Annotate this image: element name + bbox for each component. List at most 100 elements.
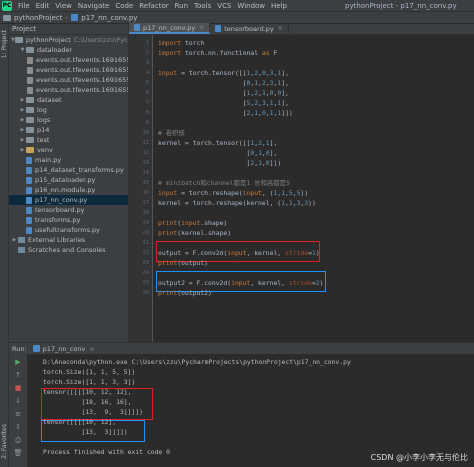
python-file-icon (26, 206, 32, 214)
editor-tab[interactable]: p17_nn_conv.py × (129, 23, 211, 34)
tree-item-label: External Libraries (28, 236, 86, 244)
trash-icon[interactable]: 🗑 (12, 448, 24, 458)
menu-item-help[interactable]: Help (268, 2, 290, 10)
tree-item[interactable]: Scratches and Consoles (9, 245, 128, 255)
python-file-icon (26, 186, 32, 194)
tree-item[interactable]: ▶ logs (9, 115, 128, 125)
tree-item-label: p15_dataloader.py (35, 176, 96, 184)
tree-item[interactable]: events.out.tfevents.1691655 (9, 85, 128, 95)
code-line: [0,1,2,3,1], (158, 79, 289, 87)
editor-tab[interactable]: tensorboard.py × (210, 23, 289, 34)
python-file-icon (26, 196, 32, 204)
tree-item[interactable]: events.out.tfevents.1691655 (9, 75, 128, 85)
chevron-down-icon[interactable]: ▼ (19, 47, 26, 53)
tree-item[interactable]: p14_dataset_transforms.py (9, 165, 128, 175)
tree-item[interactable]: p15_dataloader.py (9, 175, 128, 185)
download-icon[interactable]: ⇩ (12, 422, 24, 432)
close-icon[interactable]: × (278, 25, 283, 32)
line-number: 9 (145, 120, 149, 126)
favorites-tool-button[interactable]: 2: Favorites (1, 424, 8, 459)
tree-item[interactable]: tensorboard.py (9, 205, 128, 215)
tree-item[interactable]: events.out.tfevents.1691655 (9, 65, 128, 75)
tree-item-label: p16_nn.module.py (35, 186, 96, 194)
tree-item[interactable]: ▶ venv (9, 145, 128, 155)
code-line: input = torch.reshape(input, (1,1,5,5)) (158, 189, 309, 197)
project-tool-button[interactable]: 1: Project (1, 30, 8, 58)
code-line: output = F.conv2d(input, kernel, stride=… (158, 249, 320, 257)
chevron-right-icon[interactable]: ▶ (19, 97, 26, 103)
python-file-icon (26, 176, 32, 184)
tree-item-label: events.out.tfevents.1691655 (36, 66, 129, 74)
editor-tab-label: tensorboard.py (224, 24, 274, 33)
console-line: tensor([[[[10, 12, 12], (43, 388, 132, 396)
venv-folder-icon (26, 147, 34, 153)
tree-item[interactable]: usefultransforms.py (9, 225, 128, 235)
chevron-right-icon[interactable]: ▶ (19, 107, 26, 113)
tree-item[interactable]: events.out.tfevents.1691655 (9, 55, 128, 65)
menu-item-refactor[interactable]: Refactor (136, 2, 171, 10)
stop-icon[interactable]: ■ (12, 383, 24, 393)
folder-icon (26, 117, 34, 123)
wrap-icon[interactable]: ≡ (12, 409, 24, 419)
tree-item[interactable]: ▶ log (9, 105, 128, 115)
tree-item[interactable]: ▶ External Libraries (9, 235, 128, 245)
scroll-down-icon[interactable]: ↓ (12, 396, 24, 406)
menu-item-window[interactable]: Window (234, 2, 268, 10)
project-panel-title[interactable]: Project (12, 25, 36, 33)
line-number: 24 (142, 270, 149, 276)
code-line: print(output2) (158, 289, 212, 297)
tree-item[interactable]: ▶ test (9, 135, 128, 145)
menu-item-edit[interactable]: Edit (33, 2, 53, 10)
menu-item-vcs[interactable]: VCS (214, 2, 234, 10)
menu-item-navigate[interactable]: Navigate (75, 2, 112, 10)
line-number: 15 (142, 180, 149, 186)
line-number: 1 (145, 40, 149, 46)
python-file-icon (71, 14, 79, 21)
menu-item-run[interactable]: Run (172, 2, 191, 10)
rerun-icon[interactable]: ▶ (12, 357, 24, 367)
line-number: 2 (145, 50, 149, 56)
code-line: input = torch.tensor([[1,2,0,3,1], (158, 69, 289, 77)
tree-item[interactable]: ▶ p14 (9, 125, 128, 135)
print-icon[interactable]: ⎙ (12, 435, 24, 445)
tree-item[interactable]: ▼pythonProjectC:\Users\zzu\Pychar (9, 35, 128, 45)
tree-item[interactable]: p17_nn_conv.py (9, 195, 128, 205)
folder-icon (26, 107, 34, 113)
tree-item[interactable]: p16_nn.module.py (9, 185, 128, 195)
tree-item-label: p14 (37, 126, 50, 134)
menu-item-view[interactable]: View (52, 2, 75, 10)
scroll-up-icon[interactable]: ↑ (12, 370, 24, 380)
chevron-right-icon[interactable]: ▶ (11, 237, 18, 243)
menu-item-tools[interactable]: Tools (191, 2, 214, 10)
code-line: kernel = torch.reshape(kernel, (1,1,3,3)… (158, 199, 316, 207)
chevron-right-icon[interactable]: ▶ (19, 117, 26, 123)
tree-item[interactable]: main.py (9, 155, 128, 165)
breadcrumb-project[interactable]: pythonProject (11, 14, 65, 22)
run-config-tab[interactable]: p17_nn_conv × (32, 345, 95, 353)
line-number: 11 (142, 140, 149, 146)
code-area[interactable]: import torch import torch.nn.functional a… (154, 35, 474, 342)
breadcrumb-file[interactable]: p17_nn_conv.py (78, 14, 140, 22)
chevron-right-icon[interactable]: ▶ (19, 147, 26, 153)
line-number: 5 (145, 80, 149, 86)
tree-item-label: events.out.tfevents.1691655 (36, 56, 129, 64)
project-panel-header: Project (9, 24, 128, 35)
line-number: 21 (142, 240, 149, 246)
window-title: pythonProject - p17_nn_conv.py (345, 1, 457, 10)
menu-item-file[interactable]: File (15, 2, 33, 10)
tree-item[interactable]: ▶ dataset (9, 95, 128, 105)
chevron-right-icon[interactable]: ▶ (19, 127, 26, 133)
project-panel: Project ▼pythonProjectC:\Users\zzu\Pycha… (9, 24, 129, 342)
menu-item-code[interactable]: Code (112, 2, 136, 10)
close-icon[interactable]: × (89, 345, 94, 353)
tree-item[interactable]: ▼ dataloader (9, 45, 128, 55)
chevron-right-icon[interactable]: ▶ (19, 137, 26, 143)
console-line: torch.Size([1, 1, 5, 5]) (43, 368, 136, 376)
close-icon[interactable]: × (199, 24, 204, 31)
menu-bar: PC File Edit View Navigate Code Refactor Run To… (0, 0, 474, 12)
console-output[interactable]: D:\Anaconda\python.exe C:\Users\zzu\Pych… (27, 354, 474, 467)
tree-item-label: venv (37, 146, 53, 154)
code-line: print(kernel.shape) (158, 229, 232, 237)
tree-item-label: usefultransforms.py (35, 226, 101, 234)
tree-item[interactable]: transforms.py (9, 215, 128, 225)
